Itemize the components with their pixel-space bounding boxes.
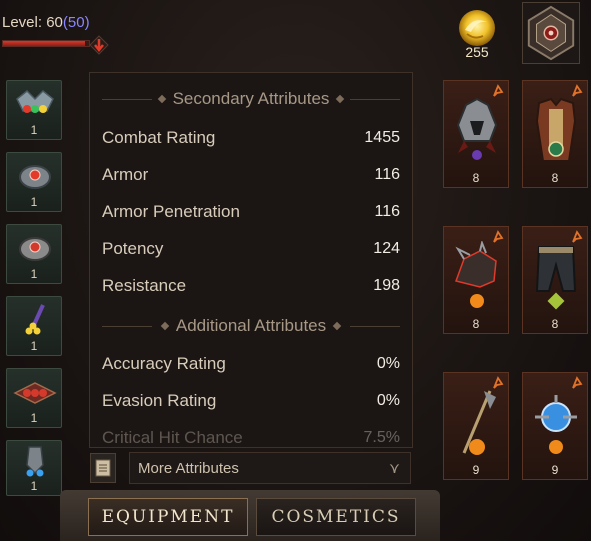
slot-level: 1 [30,195,38,209]
scroll-icon[interactable] [90,453,116,483]
stat-value: 1455 [364,129,400,146]
stat-value: 198 [373,277,400,294]
stat-name: Resistance [102,276,187,295]
stat-row-combat-rating: Combat Rating 1455 [102,125,400,151]
stat-name: Potency [102,239,164,258]
helmet-slot[interactable]: 8 [443,80,509,188]
secondary-attributes-heading: Secondary Attributes [90,87,412,111]
level-down-arrow-icon [89,35,109,55]
stat-name: Armor [102,165,149,184]
wand-icon [25,304,45,335]
xp-bar-fill [3,41,85,46]
stat-value: 116 [374,203,400,220]
stat-name: Evasion Rating [102,391,217,410]
class-emblem[interactable] [522,2,580,64]
slot-level: 1 [30,479,38,493]
stat-name: Combat Rating [102,128,216,147]
belt-slot[interactable]: 1 [6,368,62,428]
neck-slot[interactable]: 1 [6,440,62,496]
more-attributes-dropdown[interactable]: More Attributes ⋎ [129,452,411,484]
tab-cosmetics[interactable]: COSMETICS [256,498,416,536]
ring-icon [19,237,51,261]
belt-icon [13,382,57,404]
stat-name: Accuracy Rating [102,354,226,373]
tab-equipment[interactable]: EQUIPMENT [88,498,248,536]
pants-icon [535,246,577,310]
stat-row-potency: Potency 124 [102,236,400,262]
xp-bar [2,40,90,47]
section-title: Additional Attributes [175,316,327,335]
main-hand-slot[interactable]: 9 [443,372,509,480]
stat-value: 116 [374,166,400,183]
slot-level: 1 [30,123,38,137]
paragon-level: (50) [62,14,90,31]
attributes-panel[interactable]: Secondary Attributes Combat Rating 1455 … [89,72,413,448]
stat-value: 0% [376,355,400,372]
slot-level: 9 [551,463,559,477]
chest-armor-icon [535,97,577,162]
emblem-icon [527,5,575,61]
slot-level: 1 [30,339,38,353]
slot-level: 8 [551,171,559,185]
crown-gem-icon [16,89,54,113]
level-label: Level: 60(50) [2,14,90,31]
currency-amount: 255 [465,44,489,60]
more-attributes-label: More Attributes [138,459,239,477]
helmet-icon [456,97,498,160]
slot-level: 1 [30,411,38,425]
shoulder-slot[interactable]: 8 [443,226,509,334]
stat-row-evasion-rating: Evasion Rating 0% [102,388,400,414]
stat-name: Critical Hit Chance [102,428,243,447]
level-text: Level: 60 [2,14,63,31]
slot-level: 8 [472,317,480,331]
stat-row-resistance: Resistance 198 [102,273,400,299]
slot-level: 9 [472,463,480,477]
ring-slot-1[interactable]: 1 [6,152,62,212]
stat-row-accuracy-rating: Accuracy Rating 0% [102,351,400,377]
stat-row-armor: Armor 116 [102,162,400,188]
ring-slot-2[interactable]: 1 [6,224,62,284]
slot-level: 8 [551,317,559,331]
additional-attributes-heading: Additional Attributes [90,314,412,338]
chest-slot[interactable]: 8 [522,80,588,188]
wand-slot[interactable]: 1 [6,296,62,356]
stat-value: 124 [373,240,400,257]
stat-value: 0% [376,392,400,409]
ring-icon [19,165,51,189]
legs-slot[interactable]: 8 [522,226,588,334]
off-hand-slot[interactable]: 9 [522,372,588,480]
stat-name: Armor Penetration [102,202,240,221]
stat-row-critical-hit-chance: Critical Hit Chance 7.5% [102,425,400,447]
shoulder-icon [455,241,497,308]
stat-row-armor-penetration: Armor Penetration 116 [102,199,400,225]
stat-value: 7.5% [363,429,400,446]
slot-level: 8 [472,171,480,185]
helm-gem-slot[interactable]: 1 [6,80,62,140]
staff-icon [462,390,496,455]
section-title: Secondary Attributes [172,89,330,108]
document-icon [95,459,111,477]
orb-icon [535,395,577,454]
chevron-down-icon: ⋎ [389,460,400,477]
slot-level: 1 [30,267,38,281]
